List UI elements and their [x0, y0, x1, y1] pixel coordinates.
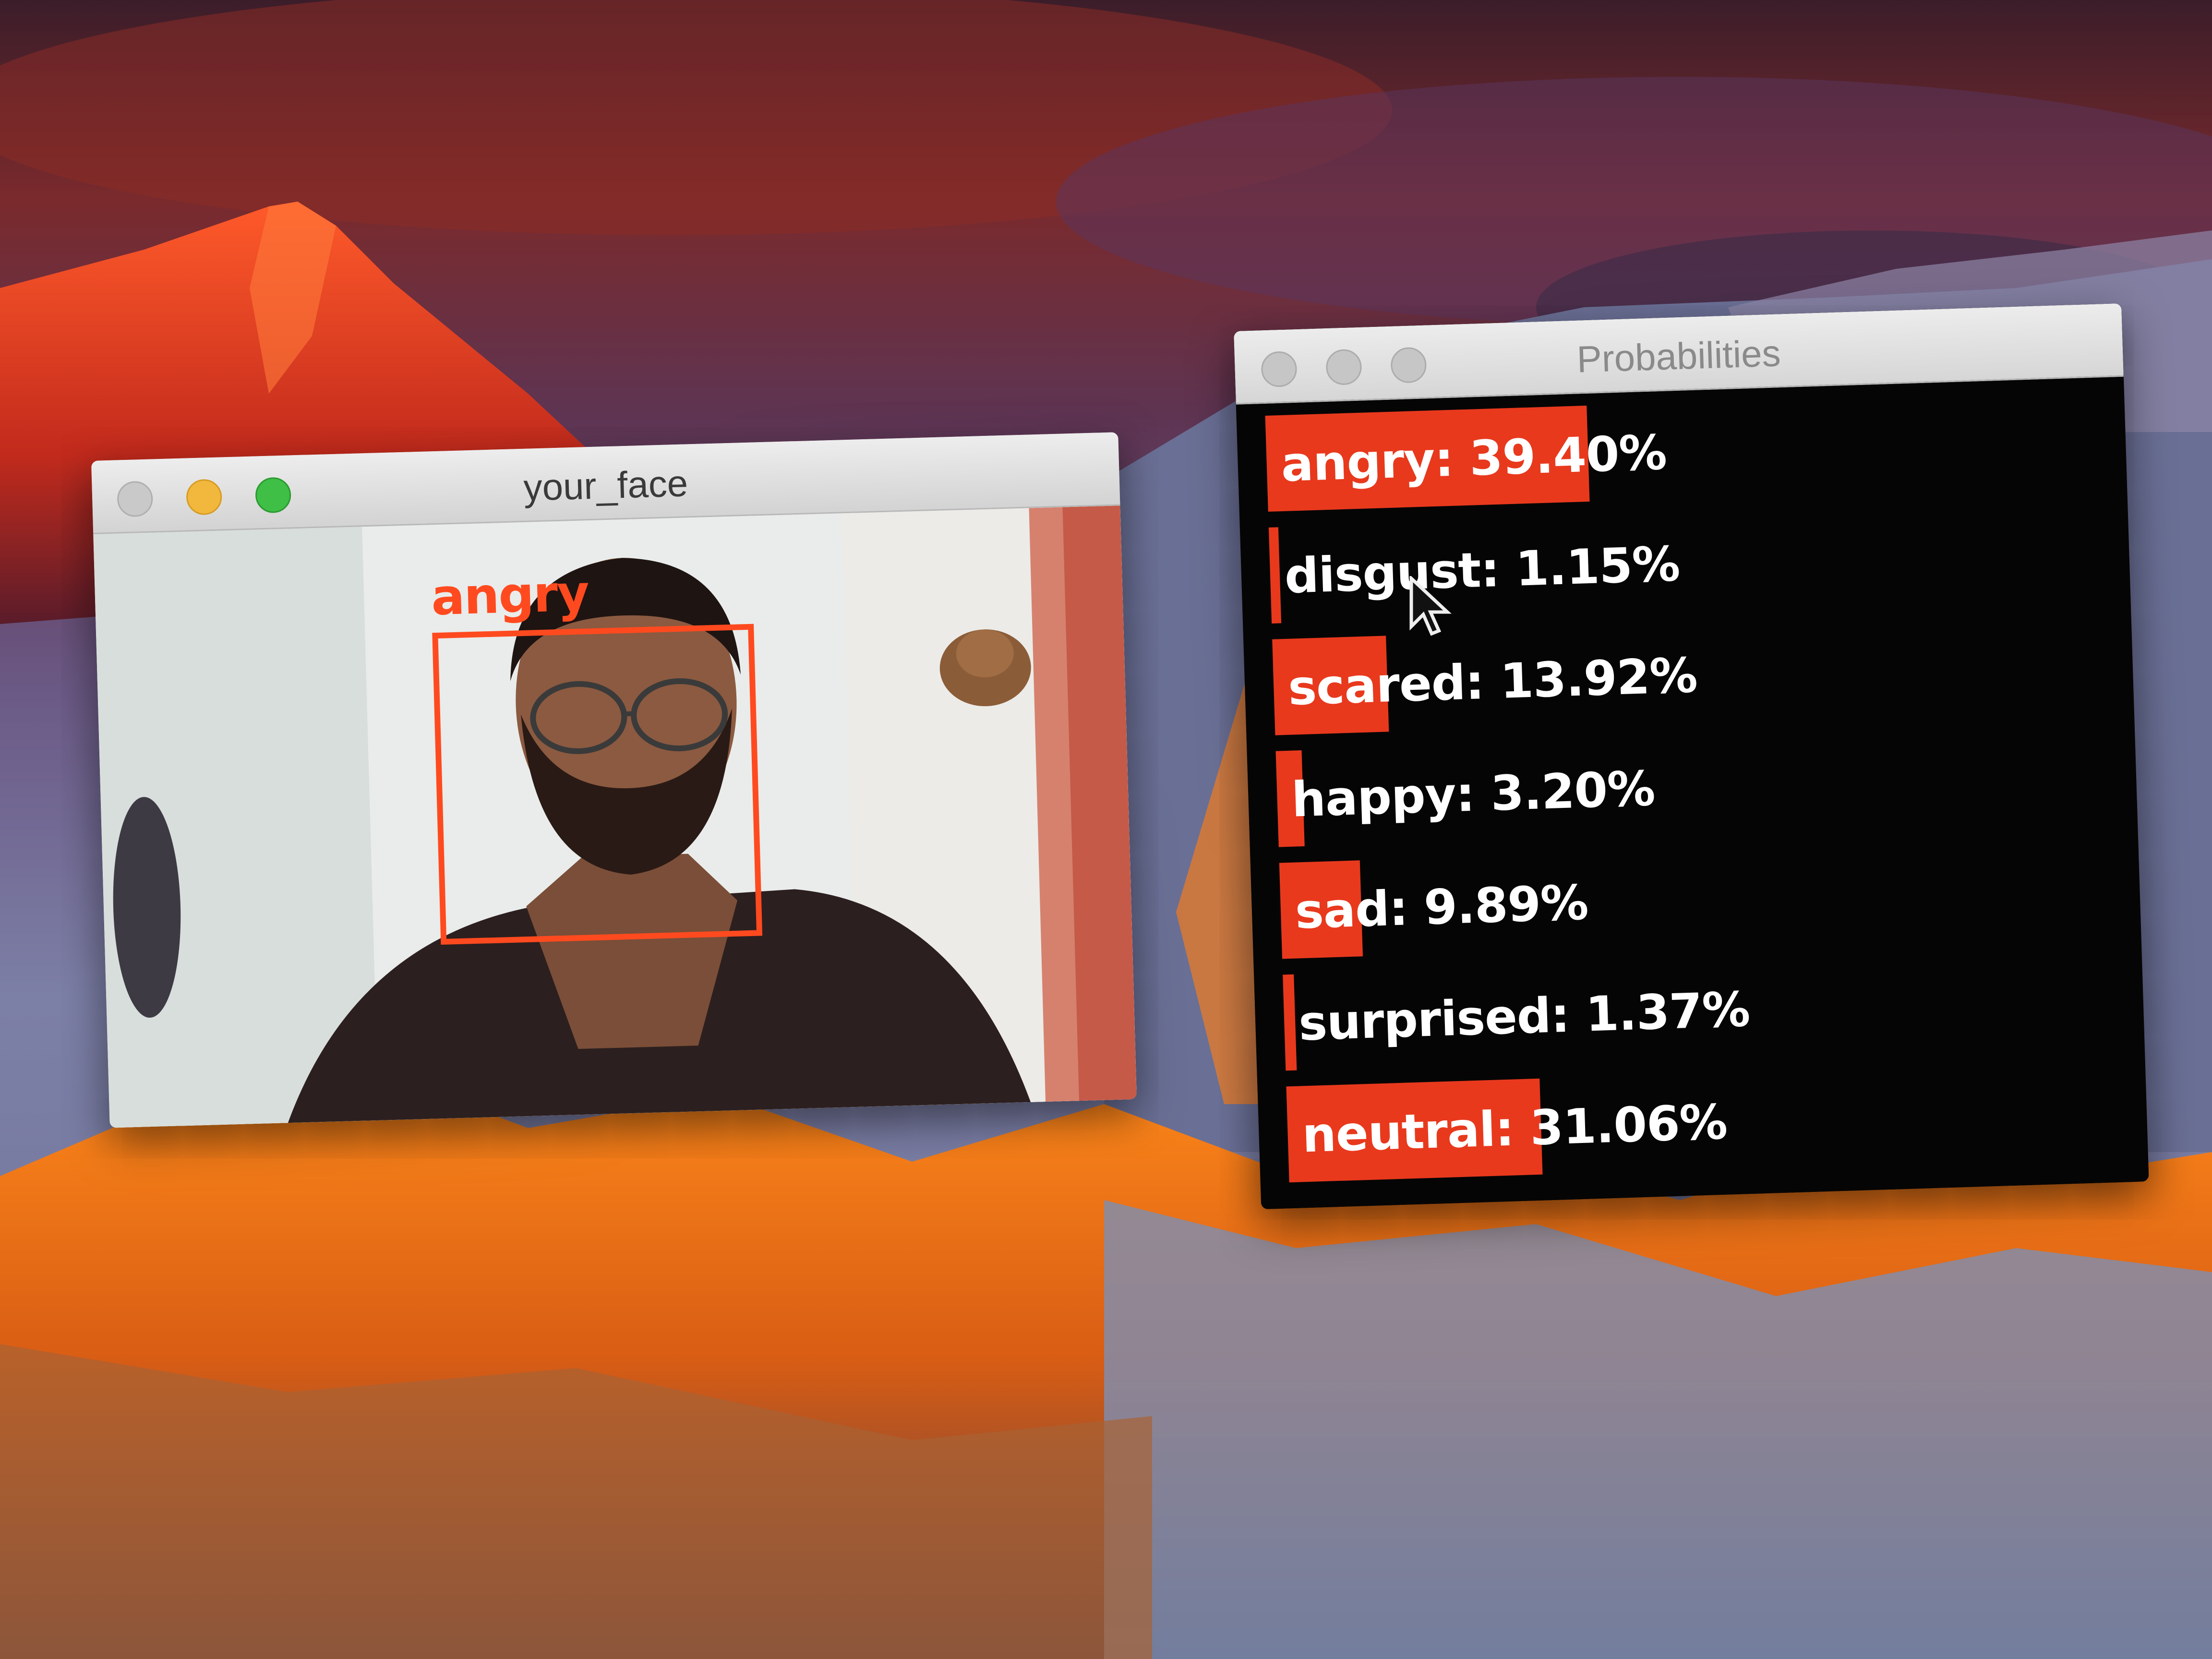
probability-label: surprised: 1.37%: [1298, 981, 1751, 1052]
mouse-pointer-icon: [1409, 576, 1452, 636]
probabilities-window[interactable]: Probabilities angry: 39.40% disgust: 1.1…: [1234, 303, 2149, 1210]
probability-label: angry: 39.40%: [1280, 424, 1668, 493]
probability-label: disgust: 1.15%: [1284, 536, 1681, 604]
probability-row-surprised: surprised: 1.37%: [1283, 949, 2101, 1071]
probability-label: sad: 9.89%: [1294, 874, 1589, 940]
probability-row-neutral: neutral: 31.06%: [1286, 1061, 2104, 1183]
probability-label: happy: 3.20%: [1290, 760, 1656, 828]
probability-row-sad: sad: 9.89%: [1279, 837, 2098, 959]
probabilities-panel: angry: 39.40% disgust: 1.15% scared: 13.…: [1236, 376, 2149, 1210]
probability-row-disgust: disgust: 1.15%: [1268, 502, 2087, 624]
probability-row-scared: scared: 13.92%: [1272, 613, 2091, 735]
detected-emotion-label: angry: [430, 564, 589, 627]
probability-row-angry: angry: 39.40%: [1265, 390, 2084, 512]
face-window[interactable]: your_face angry: [91, 432, 1137, 1128]
face-detection-box: [432, 624, 763, 945]
probability-row-happy: happy: 3.20%: [1275, 725, 2094, 847]
webcam-video-frame: angry: [93, 505, 1137, 1128]
probability-bar: [1268, 527, 1282, 624]
probability-bar: [1283, 974, 1297, 1071]
